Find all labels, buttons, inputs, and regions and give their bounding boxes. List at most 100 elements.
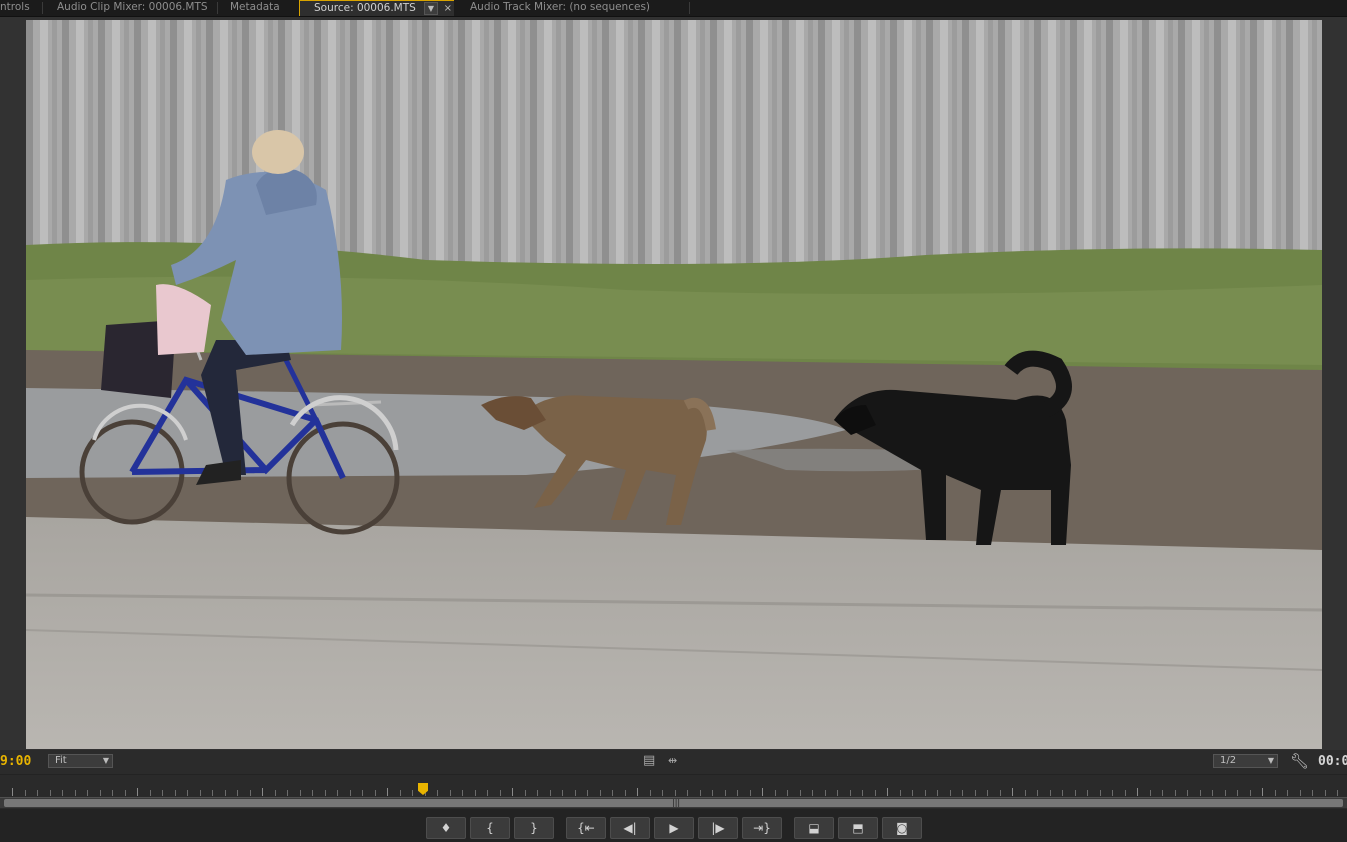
ruler-tick (774, 790, 776, 796)
film-strip-icon[interactable]: ▤ (643, 753, 655, 768)
ruler-tick (1024, 790, 1026, 796)
ruler-tick (837, 790, 838, 796)
tab-audio-clip-mixer[interactable]: Audio Clip Mixer: 00006.MTS (44, 0, 218, 16)
close-icon[interactable]: × (444, 1, 452, 16)
ruler-tick (637, 788, 638, 796)
zoom-scrollbar[interactable]: ||| (0, 798, 1347, 808)
monitor-control-bar: 9:00 Fit ▼ ▤ ⇹ 1/2 ▼ 🔧︎ 00:0 (0, 750, 1347, 774)
ruler-tick (1337, 790, 1338, 796)
ruler-tick (462, 790, 463, 796)
step-back-button[interactable]: ◀| (610, 817, 650, 839)
ruler-tick (49, 790, 51, 796)
ruler-tick (599, 790, 601, 796)
ruler-tick (1137, 788, 1138, 796)
ruler-tick (674, 790, 676, 796)
audio-waveform-icon[interactable]: ⇹ (668, 754, 677, 767)
ruler-tick (1224, 790, 1226, 796)
ruler-tick (549, 790, 551, 796)
tab-metadata[interactable]: Metadata (219, 0, 297, 16)
ruler-tick (312, 790, 313, 796)
source-timeline[interactable]: ||| (0, 775, 1347, 809)
ruler-tick (1274, 790, 1276, 796)
ruler-tick (787, 790, 788, 796)
ruler-tick (224, 790, 226, 796)
mark-out-button[interactable]: } (514, 817, 554, 839)
tab-effect-controls[interactable]: ntrols (0, 0, 43, 16)
ruler-tick (74, 790, 76, 796)
ruler-tick (524, 790, 526, 796)
ruler-tick (1199, 790, 1201, 796)
zoom-scrollbar-thumb[interactable]: ||| (4, 798, 1343, 807)
tab-label: Metadata (230, 1, 280, 13)
ruler-tick (212, 790, 213, 796)
ruler-tick (1112, 790, 1113, 796)
mark-in-button[interactable]: { (470, 817, 510, 839)
ruler-tick (387, 788, 388, 796)
ruler-tick (1087, 790, 1088, 796)
ruler-tick (62, 790, 63, 796)
ruler-tick (349, 790, 351, 796)
panel-tab-bar: ntrols Audio Clip Mixer: 00006.MTS Metad… (0, 0, 1347, 17)
ruler-tick (1212, 790, 1213, 796)
ruler-tick (474, 790, 476, 796)
wrench-icon[interactable]: 🔧︎ (1290, 752, 1309, 770)
play-stop-button[interactable]: ▶ (654, 817, 694, 839)
step-forward-button[interactable]: |▶ (698, 817, 738, 839)
time-ruler[interactable] (0, 785, 1347, 798)
ruler-tick (624, 790, 626, 796)
insert-button[interactable]: ⬓ (794, 817, 834, 839)
ruler-tick (687, 790, 688, 796)
ruler-tick (724, 790, 726, 796)
ruler-tick (487, 790, 488, 796)
video-frame[interactable] (26, 20, 1322, 749)
ruler-tick (449, 790, 451, 796)
ruler-tick (912, 790, 913, 796)
add-marker-button[interactable]: ♦ (426, 817, 466, 839)
ruler-tick (1312, 790, 1313, 796)
ruler-tick (1062, 790, 1063, 796)
duration-timecode: 00:0 (1318, 754, 1347, 769)
ruler-tick (1324, 790, 1326, 796)
ruler-tick (749, 790, 751, 796)
overwrite-button[interactable]: ⬒ (838, 817, 878, 839)
zoom-level-value: Fit (55, 755, 67, 766)
ruler-tick (299, 790, 301, 796)
ruler-tick (324, 790, 326, 796)
playback-resolution-select[interactable]: 1/2 ▼ (1213, 754, 1278, 768)
chevron-down-icon: ▼ (102, 756, 109, 765)
ruler-tick (799, 790, 801, 796)
ruler-tick (862, 790, 863, 796)
ruler-tick (962, 790, 963, 796)
tab-audio-track-mixer[interactable]: Audio Track Mixer: (no sequences) (456, 0, 690, 16)
ruler-tick (1262, 788, 1263, 796)
ruler-tick (812, 790, 813, 796)
zoom-level-select[interactable]: Fit ▼ (48, 754, 113, 768)
transport-controls: ♦ { } {⇤ ◀| ▶ |▶ ⇥} ⬓ ⬒ ◙ (0, 810, 1347, 842)
source-monitor-panel (0, 17, 1347, 750)
ruler-tick (337, 790, 338, 796)
ruler-tick (512, 788, 513, 796)
ruler-tick (1287, 790, 1288, 796)
ruler-tick (249, 790, 251, 796)
ruler-tick (1249, 790, 1251, 796)
ruler-tick (1074, 790, 1076, 796)
go-to-out-button[interactable]: ⇥} (742, 817, 782, 839)
ruler-tick (899, 790, 901, 796)
ruler-tick (124, 790, 126, 796)
tab-source-monitor[interactable]: Source: 00006.MTS ▼ × (299, 0, 454, 16)
ruler-tick (662, 790, 663, 796)
ruler-tick (237, 790, 238, 796)
ruler-tick (37, 790, 38, 796)
dropdown-arrow-icon[interactable]: ▼ (424, 2, 438, 15)
ruler-tick (949, 790, 951, 796)
ruler-tick (99, 790, 101, 796)
ruler-tick (274, 790, 276, 796)
ruler-tick (737, 790, 738, 796)
ruler-tick (1162, 790, 1163, 796)
ruler-tick (562, 790, 563, 796)
playhead-timecode[interactable]: 9:00 (0, 754, 31, 769)
ruler-tick (1187, 790, 1188, 796)
ruler-tick (987, 790, 988, 796)
export-frame-button[interactable]: ◙ (882, 817, 922, 839)
go-to-in-button[interactable]: {⇤ (566, 817, 606, 839)
